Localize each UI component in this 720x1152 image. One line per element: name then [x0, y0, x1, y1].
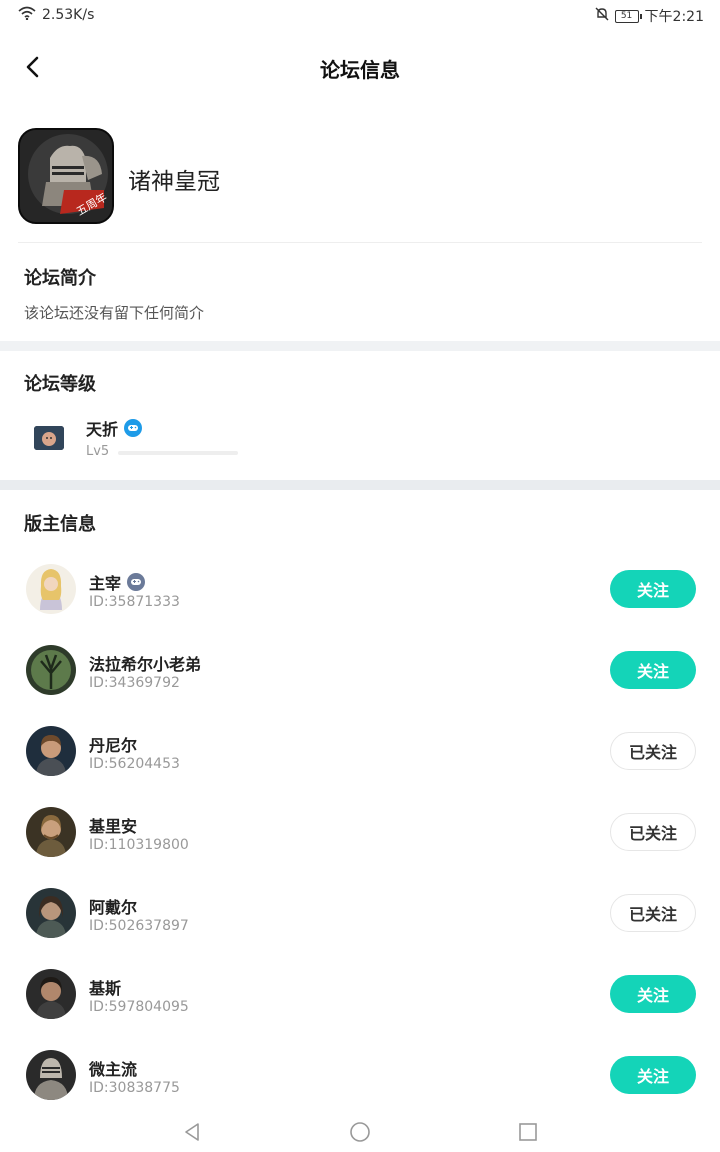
- wifi-icon: [18, 6, 36, 24]
- moderator-id: ID:30838775: [89, 1080, 180, 1096]
- following-button[interactable]: 已关注: [610, 894, 696, 932]
- clock: 下午2:21: [644, 9, 704, 25]
- moderator-id: ID:34369792: [89, 675, 180, 691]
- moderator-name: 基斯: [89, 975, 121, 999]
- level-row[interactable]: 天折 Lv5: [24, 412, 324, 464]
- moderator-name: 微主流: [89, 1056, 137, 1080]
- moderator-id: ID:502637897: [89, 918, 189, 934]
- avatar[interactable]: [26, 888, 76, 938]
- following-button[interactable]: 已关注: [610, 732, 696, 770]
- moderator-name-text: 基里安: [89, 817, 138, 836]
- avatar[interactable]: [26, 969, 76, 1019]
- nav-back-button[interactable]: [180, 1120, 204, 1144]
- moderators-title: 版主信息: [24, 514, 96, 535]
- game-knight-icon: 五周年: [18, 128, 114, 224]
- status-bar: 2.53K/s 51 下午2:21: [0, 0, 720, 30]
- moderator-row[interactable]: 法拉希尔小老弟 ID:34369792 关注: [0, 633, 720, 714]
- battery-icon: 51: [614, 9, 642, 23]
- moderator-name-text: 阿戴尔: [89, 898, 138, 917]
- moderator-id: ID:56204453: [89, 756, 180, 772]
- mute-bell-icon: [595, 7, 609, 25]
- level-name-text: 天折: [86, 420, 119, 439]
- divider: [18, 242, 702, 243]
- nav-home-button[interactable]: [348, 1120, 372, 1144]
- moderator-id: ID:597804095: [89, 999, 189, 1015]
- level-label: Lv5: [86, 444, 110, 459]
- moderator-row[interactable]: 丹尼尔 ID:56204453 已关注: [0, 714, 720, 795]
- section-gap: [0, 341, 720, 351]
- system-nav-bar: [0, 1112, 720, 1152]
- avatar[interactable]: [26, 564, 76, 614]
- moderator-id: ID:110319800: [89, 837, 189, 853]
- follow-button[interactable]: 关注: [610, 1056, 696, 1094]
- follow-button[interactable]: 关注: [610, 570, 696, 608]
- intro-title: 论坛简介: [24, 268, 96, 289]
- moderator-name: 主宰: [89, 570, 146, 594]
- top-bar: 论坛信息: [0, 40, 720, 96]
- moderator-name: 法拉希尔小老弟: [89, 651, 201, 675]
- moderator-name-text: 法拉希尔小老弟: [89, 655, 202, 674]
- moderator-name-text: 主宰: [89, 574, 122, 593]
- intro-text: 该论坛还没有留下任何简介: [24, 304, 205, 322]
- avatar[interactable]: [26, 645, 76, 695]
- moderator-row[interactable]: 主宰 ID:35871333 关注: [0, 552, 720, 633]
- nav-recents-button[interactable]: [516, 1120, 540, 1144]
- moderator-row[interactable]: 微主流 ID:30838775 关注: [0, 1038, 720, 1119]
- moderator-list: 主宰 ID:35871333 关注 法拉希尔小老弟 ID:34369792 关注…: [0, 552, 720, 1119]
- gamepad-badge-icon: [124, 419, 143, 437]
- status-left: 2.53K/s: [18, 6, 94, 24]
- moderator-row[interactable]: 阿戴尔 ID:502637897 已关注: [0, 876, 720, 957]
- moderator-name-text: 微主流: [89, 1060, 138, 1079]
- following-button[interactable]: 已关注: [610, 813, 696, 851]
- moderator-name: 阿戴尔: [89, 894, 137, 918]
- avatar[interactable]: [26, 807, 76, 857]
- moderator-id: ID:35871333: [89, 594, 180, 610]
- follow-button[interactable]: 关注: [610, 651, 696, 689]
- level-name: 天折: [86, 416, 143, 440]
- moderator-name-text: 丹尼尔: [89, 736, 138, 755]
- level-avatar-icon: [34, 426, 64, 450]
- game-header: 五周年 诸神皇冠: [18, 128, 702, 228]
- moderator-name-text: 基斯: [89, 979, 122, 998]
- status-right: 51 下午2:21: [595, 6, 704, 26]
- avatar[interactable]: [26, 726, 76, 776]
- moderator-row[interactable]: 基里安 ID:110319800 已关注: [0, 795, 720, 876]
- level-progress-bar: [118, 451, 238, 455]
- moderator-name: 基里安: [89, 813, 137, 837]
- avatar[interactable]: [26, 1050, 76, 1100]
- circle-home-icon: [350, 1122, 370, 1142]
- moderator-name: 丹尼尔: [89, 732, 137, 756]
- follow-button[interactable]: 关注: [610, 975, 696, 1013]
- page-title: 论坛信息: [320, 58, 400, 82]
- level-title: 论坛等级: [24, 374, 96, 395]
- network-speed: 2.53K/s: [42, 7, 95, 23]
- gamepad-badge-icon: [127, 573, 146, 591]
- moderator-row[interactable]: 基斯 ID:597804095 关注: [0, 957, 720, 1038]
- game-name: 诸神皇冠: [128, 169, 220, 195]
- triangle-back-icon: [185, 1123, 199, 1141]
- section-gap: [0, 480, 720, 490]
- square-recents-icon: [519, 1123, 537, 1141]
